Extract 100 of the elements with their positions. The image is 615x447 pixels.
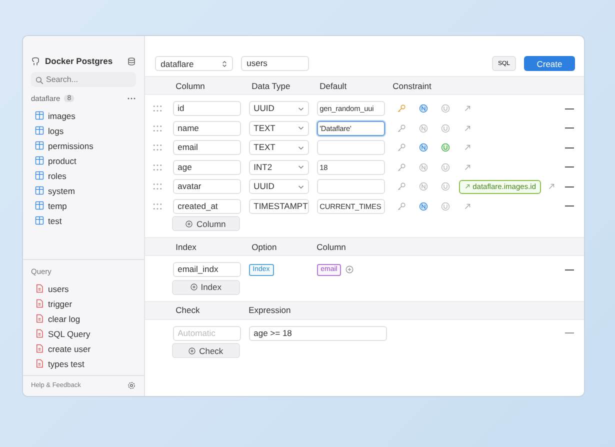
- remove-icon[interactable]: [565, 127, 574, 130]
- query-item[interactable]: users: [31, 281, 136, 296]
- table-icon: [35, 141, 44, 150]
- arrow-icon[interactable]: [462, 124, 472, 133]
- column-name-field[interactable]: created_at: [172, 198, 241, 214]
- not-null-icon[interactable]: [418, 182, 428, 192]
- table-item[interactable]: product: [31, 153, 136, 168]
- query-item[interactable]: create user: [31, 341, 136, 356]
- chevron-down-icon: [298, 146, 304, 150]
- default-field[interactable]: [316, 179, 385, 194]
- table-name-field[interactable]: users: [240, 56, 309, 71]
- data-type-select[interactable]: UUID: [248, 179, 309, 194]
- arrow-icon[interactable]: [462, 202, 472, 211]
- add-check-button[interactable]: Check: [172, 343, 240, 358]
- unique-icon[interactable]: [440, 104, 450, 114]
- table-icon: [35, 186, 44, 195]
- plus-circle-icon: [185, 220, 194, 228]
- plus-circle-icon: [190, 283, 198, 291]
- query-item[interactable]: types test: [31, 356, 136, 371]
- not-null-icon[interactable]: [418, 104, 428, 114]
- arrow-icon: [464, 182, 471, 190]
- not-null-icon[interactable]: [418, 143, 428, 152]
- key-icon[interactable]: [396, 104, 406, 114]
- remove-icon[interactable]: [565, 186, 574, 188]
- table-icon: [35, 216, 44, 225]
- search-field[interactable]: Search...: [31, 72, 136, 87]
- add-column-button[interactable]: Column: [172, 216, 240, 231]
- schema-select[interactable]: dataflare: [154, 56, 233, 71]
- table-item[interactable]: test: [31, 213, 136, 228]
- column-name-field[interactable]: name: [172, 120, 241, 136]
- data-type-select[interactable]: TIMESTAMPT: [248, 198, 309, 214]
- add-icon[interactable]: [345, 265, 354, 274]
- plus-circle-icon: [188, 346, 196, 354]
- column-name-field[interactable]: email: [172, 140, 241, 156]
- unique-icon[interactable]: [440, 202, 450, 211]
- column-name-field[interactable]: age: [172, 160, 241, 175]
- query-item[interactable]: SQL Query: [31, 326, 136, 341]
- file-icon: [35, 344, 44, 353]
- arrow-icon[interactable]: [547, 182, 556, 192]
- drag-handle-icon[interactable]: [152, 183, 162, 190]
- column-header: Data Type: [250, 80, 292, 90]
- unique-icon[interactable]: [440, 124, 450, 133]
- not-null-icon[interactable]: [418, 202, 428, 211]
- drag-handle-icon[interactable]: [152, 105, 162, 112]
- query-item[interactable]: trigger: [31, 296, 136, 311]
- not-null-icon[interactable]: [418, 162, 428, 172]
- table-icon: [35, 156, 44, 165]
- drag-handle-icon[interactable]: [152, 144, 162, 152]
- arrow-icon[interactable]: [462, 162, 472, 172]
- key-icon[interactable]: [396, 182, 406, 192]
- unique-icon[interactable]: [440, 182, 450, 192]
- chevron-down-icon: [298, 126, 304, 130]
- database-icon[interactable]: [126, 56, 136, 66]
- column-header: Expression: [248, 305, 291, 315]
- column-header: Default: [318, 80, 348, 90]
- not-null-icon[interactable]: [418, 124, 428, 133]
- column-name-field[interactable]: avatar: [172, 179, 241, 194]
- settings-icon[interactable]: [126, 381, 136, 390]
- chevron-down-icon: [298, 106, 304, 111]
- drag-handle-icon[interactable]: [152, 164, 162, 171]
- table-item[interactable]: roles: [31, 168, 136, 183]
- data-type-select[interactable]: TEXT: [248, 120, 309, 136]
- unique-icon[interactable]: [440, 143, 450, 152]
- key-icon[interactable]: [396, 162, 406, 172]
- key-icon[interactable]: [396, 124, 406, 133]
- table-item[interactable]: logs: [31, 123, 136, 138]
- table-item[interactable]: permissions: [31, 138, 136, 153]
- remove-icon[interactable]: [565, 268, 574, 271]
- data-type-select[interactable]: TEXT: [248, 140, 309, 156]
- remove-icon[interactable]: [565, 166, 574, 168]
- expression-field[interactable]: age >= 18: [248, 326, 387, 341]
- updown-chevron-icon: [222, 60, 227, 68]
- arrow-icon[interactable]: [462, 143, 472, 152]
- create-button[interactable]: Create: [524, 56, 575, 71]
- table-icon: [35, 111, 44, 120]
- column-name-field[interactable]: id: [172, 101, 241, 116]
- remove-icon[interactable]: [565, 146, 574, 149]
- file-icon: [35, 359, 44, 368]
- table-item[interactable]: images: [31, 108, 136, 123]
- file-icon: [35, 314, 44, 323]
- table-item[interactable]: system: [31, 183, 136, 198]
- index-name-field[interactable]: email_indx: [172, 262, 241, 278]
- check-name-field[interactable]: Automatic: [172, 326, 241, 341]
- add-index-button[interactable]: Index: [172, 280, 240, 294]
- arrow-icon[interactable]: [462, 104, 472, 114]
- key-icon[interactable]: [396, 143, 406, 152]
- remove-icon[interactable]: [565, 108, 574, 110]
- chevron-down-icon: [298, 165, 304, 170]
- drag-handle-icon[interactable]: [152, 124, 162, 132]
- file-icon: [35, 299, 44, 308]
- data-type-select[interactable]: UUID: [248, 101, 309, 116]
- remove-icon[interactable]: [565, 205, 574, 208]
- drag-handle-icon[interactable]: [152, 202, 162, 210]
- default-field[interactable]: [316, 140, 385, 156]
- key-icon[interactable]: [396, 202, 406, 211]
- chevron-down-icon: [298, 184, 304, 189]
- data-type-select[interactable]: INT2: [248, 160, 309, 175]
- table-item[interactable]: temp: [31, 198, 136, 213]
- unique-icon[interactable]: [440, 162, 450, 172]
- query-item[interactable]: clear log: [31, 311, 136, 326]
